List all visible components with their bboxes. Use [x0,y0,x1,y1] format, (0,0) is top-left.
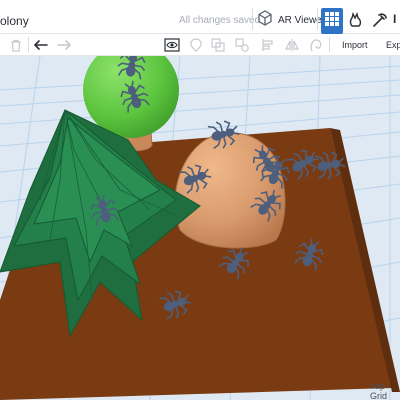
ungroup-icon[interactable] [234,37,250,53]
undo-icon[interactable] [33,37,49,53]
blocks-icon[interactable] [346,10,366,30]
group-icon[interactable] [210,37,226,53]
mirror-icon[interactable] [284,37,300,53]
align-icon[interactable] [260,37,276,53]
divider [329,37,330,52]
trash-icon[interactable] [8,37,24,53]
export-button[interactable]: Expo [386,40,400,50]
menu-item-truncated[interactable]: I [393,12,396,26]
snap-grid-label[interactable]: nap Grid [370,381,400,400]
ar-viewer-button[interactable]: AR Viewer [256,8,325,32]
design-title[interactable]: olony [0,14,29,28]
ar-cube-icon [256,9,274,32]
ar-viewer-label: AR Viewer [278,14,326,26]
import-button[interactable]: Import [342,40,368,50]
redo-icon[interactable] [56,37,72,53]
divider [28,37,29,52]
view-eye-icon[interactable] [164,37,180,53]
hole-icon[interactable] [308,37,324,53]
bricks-icon[interactable] [370,10,390,30]
grid-view-icon [325,11,339,31]
save-status: All changes saved [179,15,261,26]
edit-toolbar: Import Expo [0,34,400,56]
grid-view-button[interactable] [321,8,343,34]
scene-canvas[interactable] [0,56,400,400]
note-icon[interactable] [188,37,204,53]
top-bar: olony All changes saved AR Viewer I [0,0,400,34]
divider [317,8,318,30]
divider [252,8,253,30]
workplane-viewport[interactable] [0,56,400,400]
